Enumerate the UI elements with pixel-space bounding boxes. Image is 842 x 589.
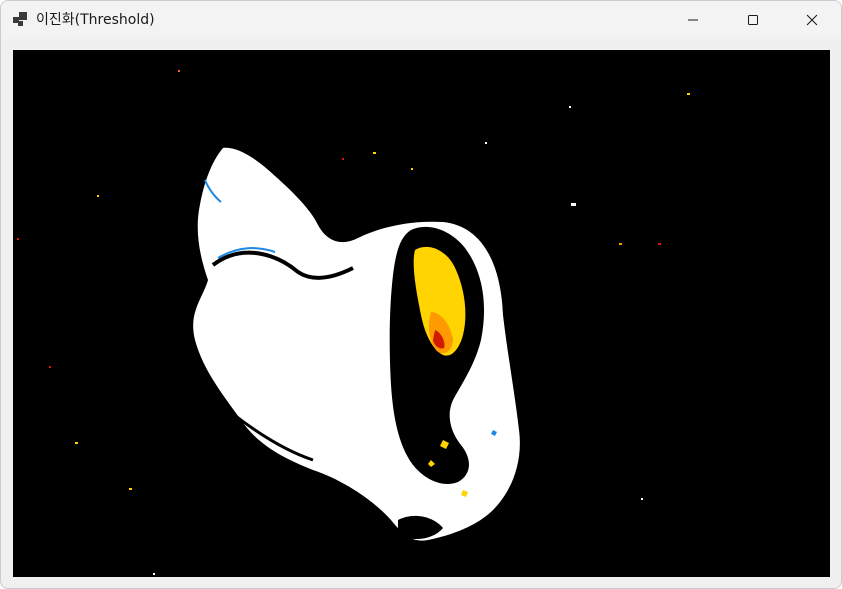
app-icon [12, 11, 28, 27]
close-icon [806, 11, 818, 30]
maximize-button[interactable] [730, 1, 776, 39]
app-window: 이진화(Threshold) [0, 0, 842, 589]
image-picture-box [13, 50, 830, 577]
thresholded-swan-image [13, 50, 830, 577]
title-bar[interactable]: 이진화(Threshold) [1, 1, 841, 39]
maximize-icon [747, 11, 759, 30]
window-title: 이진화(Threshold) [36, 12, 155, 28]
minimize-button[interactable] [670, 1, 716, 39]
close-button[interactable] [789, 1, 835, 39]
minimize-icon [687, 11, 699, 30]
